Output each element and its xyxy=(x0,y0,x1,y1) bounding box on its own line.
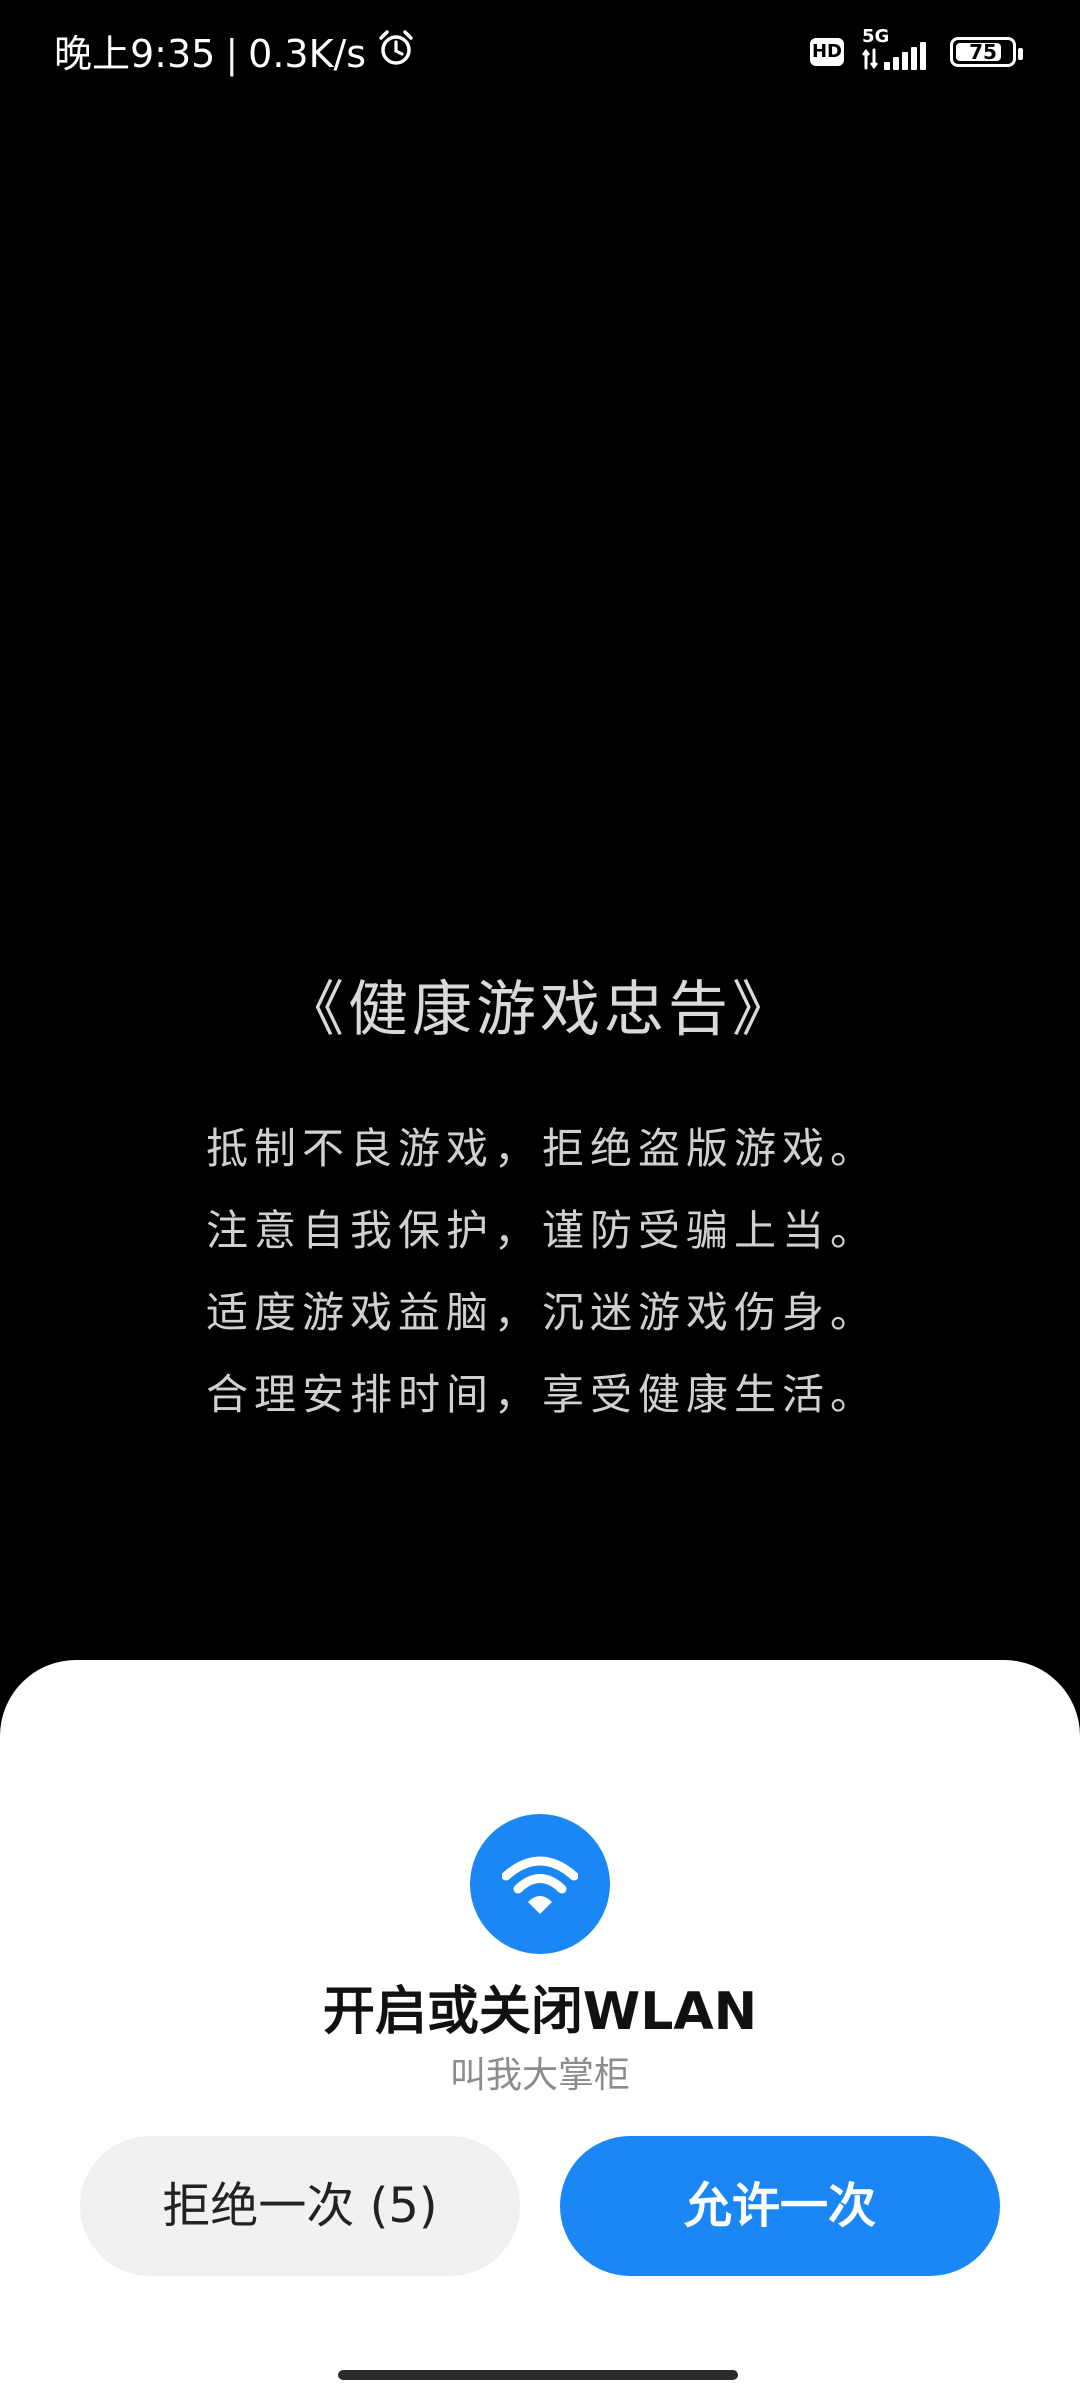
advisory-line: 抵制不良游戏，拒绝盗版游戏。 xyxy=(206,1124,879,1173)
status-right: HD 5G 75 xyxy=(810,28,1023,74)
status-left: 晚上9:35 | 0.3K/s xyxy=(54,28,416,79)
battery-cap xyxy=(1018,48,1023,60)
wifi-icon xyxy=(470,1814,610,1954)
battery-icon: 75 xyxy=(950,37,1023,67)
allow-once-button[interactable]: 允许一次 xyxy=(560,2136,1000,2276)
advisory-line: 合理安排时间，享受健康生活。 xyxy=(206,1370,879,1419)
advisory-line: 适度游戏益脑，沉迷游戏伤身。 xyxy=(206,1288,879,1337)
advisory-lines: 抵制不良游戏，拒绝盗版游戏。 注意自我保护，谨防受骗上当。 适度游戏益脑，沉迷游… xyxy=(206,1108,926,1436)
cellular-signal-icon: 5G xyxy=(862,28,932,74)
status-separator: | xyxy=(225,31,239,76)
advisory-title: 《健康游戏忠告》 xyxy=(284,975,796,1045)
alarm-clock-icon xyxy=(376,28,416,79)
status-time: 晚上9:35 xyxy=(54,31,216,76)
hd-badge: HD xyxy=(810,38,844,66)
status-bar: 晚上9:35 | 0.3K/s HD 5G 75 xyxy=(0,0,1080,110)
advisory-line: 注意自我保护，谨防受骗上当。 xyxy=(206,1206,879,1255)
screen: 晚上9:35 | 0.3K/s HD 5G 75 《健康游戏忠告》 抵制不良游戏… xyxy=(0,0,1080,2400)
home-indicator[interactable] xyxy=(338,2370,738,2380)
deny-once-button[interactable]: 拒绝一次 (5) xyxy=(80,2136,520,2276)
battery-level: 75 xyxy=(969,40,997,64)
permission-title: 开启或关闭WLAN xyxy=(322,1982,758,2042)
permission-dialog: 开启或关闭WLAN 叫我大掌柜 拒绝一次 (5) 允许一次 xyxy=(0,1660,1080,2400)
requesting-app-name: 叫我大掌柜 xyxy=(449,2055,630,2096)
network-speed: 0.3K/s xyxy=(248,31,367,76)
